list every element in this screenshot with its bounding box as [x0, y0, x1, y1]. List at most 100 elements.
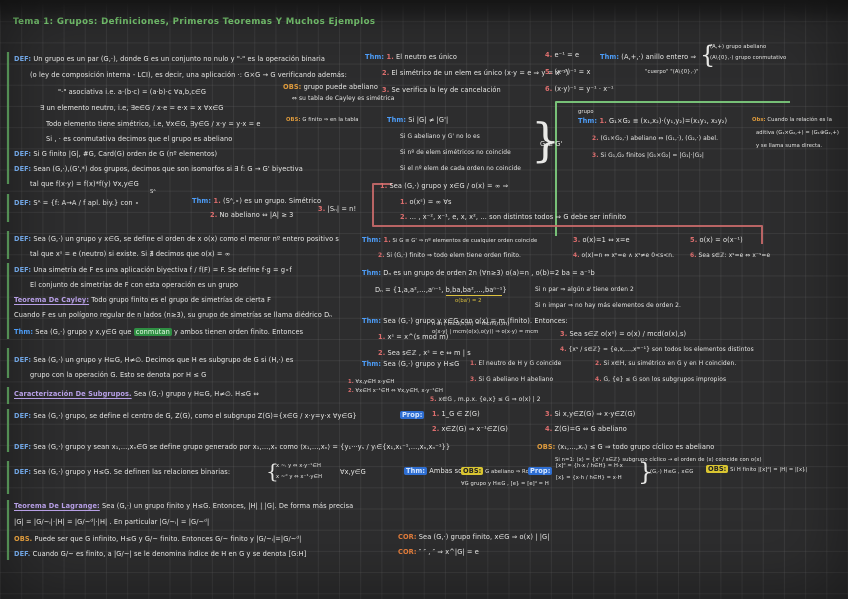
note-line: 2. (G₁×G₂,·) abeliano ⇔ (G₁,·), (G₂,·) a…: [592, 136, 718, 143]
note-line: "cuerpo" "(A\{0},·)": [645, 69, 699, 76]
note-line: y se llama suma directa.: [756, 143, 823, 150]
note-line: (A\{0},·) grupo conmutativo: [710, 55, 786, 62]
text-segment: Prop:: [528, 467, 553, 475]
text-segment: ″ ″ , ″ ⇒ x^|G| = e: [416, 548, 479, 556]
text-segment: Thm:: [14, 328, 34, 336]
text-segment: Si x,y∈Z(G) ⇒ x·y∈Z(G): [552, 410, 636, 418]
text-segment: Z(G)=G ⇔ G abeliano: [552, 425, 627, 433]
text-segment: Si G finito |G|, #G, Card(G) orden de G …: [31, 150, 218, 158]
text-segment: Si H finito |[x]ᵈ| = |H| = |[x]ᵢ|: [728, 467, 808, 473]
note-line: 2. … , x⁻², x⁻¹, e, x, x², … son distint…: [400, 213, 626, 222]
note-line: 1. o(xˢ) = ∞ ∀s: [400, 198, 452, 207]
text-segment: DEF:: [14, 412, 32, 420]
text-segment: Obs:: [752, 117, 766, 123]
note-line: Dₙ = {1,a,a²,…,aⁿ⁻¹, b,ba,ba²,…,baⁿ⁻¹}: [375, 286, 507, 296]
note-line: 4. Z(G)=G ⇔ G abeliano: [545, 425, 627, 434]
text-segment: OBS:: [537, 443, 556, 451]
text-segment: Si x∈H, su simétrico en G y en H coincid…: [601, 361, 737, 367]
text-segment: o(x)=n ⇔ xⁿ=e ∧ xˢ≠e 0<s<n.: [579, 253, 675, 259]
note-line: Si n par ⇒ algún aⁱ tiene orden 2: [535, 287, 634, 294]
note-line: 2. x∈Z(G) ⇒ x⁻¹∈Z(G): [432, 425, 508, 434]
text-segment: Thm:: [362, 269, 382, 277]
note-line: 2. Si (G,·) finito ⇒ todo elem tiene ord…: [378, 253, 521, 260]
note-line: 3. |Sₙ| = n!: [318, 205, 356, 214]
note-line: Prop:: [400, 411, 425, 420]
text-segment: conmutan: [133, 328, 172, 336]
note-line: Thm: Sea (G,·) grupo y H≤G: [362, 360, 459, 369]
text-segment: (x·y)⁻¹ = y⁻¹ · x⁻¹: [552, 85, 614, 93]
text-segment: "cuerpo" "(A\{0},·)": [645, 69, 699, 75]
text-segment: DEF:: [14, 266, 32, 274]
text-segment: 1.: [211, 197, 221, 205]
text-segment: Sea s∈ℤ , xˢ = e ⇔ m | s: [385, 349, 471, 357]
note-line: Teorema De Lagrange: Sea (G,·) un grupo …: [14, 502, 353, 511]
text-segment: x ~ᵢ y ⇔ x·y⁻¹∈H: [276, 463, 321, 469]
text-segment: y se llama suma directa.: [756, 143, 823, 149]
text-segment: b,ba,ba²,…,baⁿ⁻¹: [445, 286, 503, 296]
note-line: 1. 1_G ∈ Z(G): [432, 410, 480, 419]
note-line: 3. Si G₁,G₂ finitos |G₁×G₂| = |G₁|·|G₂|: [592, 153, 704, 160]
text-segment: Dₙ es un grupo de orden 2n (∀n≥3) o(a)=n…: [381, 269, 595, 277]
note-line: aditiva (G₁×G₂,+) = (G₁⊕G₂,+): [756, 130, 840, 137]
text-segment: Thm:: [192, 197, 212, 205]
text-segment: (A,+) grupo abeliano: [710, 44, 767, 50]
text-segment: tal que xˢ = e (neutro) si existe. Si ∄ …: [30, 250, 231, 258]
text-segment: Sea s∈ℤ: xˢ=e ⇔ x⁻ˢ=e: [696, 253, 771, 259]
text-segment: DEF:: [14, 443, 32, 451]
note-line: DEF: Sea (G,·) grupo y sean x₁,…,xₙ∈G se…: [14, 443, 450, 452]
text-segment: Sea (G,·) grupo, se define el centro de …: [31, 412, 357, 420]
note-line: Si n impar ⇒ no hay más elementos de ord…: [535, 303, 681, 310]
text-segment: No abeliano ⇔ |A| ≥ 3: [217, 211, 294, 219]
note-line: Obs: Cuando la relación es la: [752, 117, 832, 124]
note-line: x ~ᵈ y ⇔ x⁻¹·y∈H: [276, 474, 323, 481]
text-segment: Sea (G,·) grupo finito, x∈G ⇒ o(x) | |G|: [416, 533, 550, 541]
note-line: Cuando F es un polígono regular de n lad…: [14, 311, 332, 320]
note-line: Prop:: [528, 467, 553, 476]
text-segment: OBS:: [283, 83, 302, 91]
text-segment: 1_G ∈ Z(G): [439, 410, 480, 418]
text-segment: x∈Z(G) ⇒ x⁻¹∈Z(G): [439, 425, 508, 433]
text-segment: grupo puede abeliano: [301, 83, 378, 91]
text-segment: OBS.: [14, 535, 33, 543]
note-line: 4. G, {e} ≤ G son los subgrupos impropio…: [595, 377, 726, 384]
text-segment: (G,·) H≤G , x∈G: [650, 469, 694, 475]
text-segment: DEF:: [14, 165, 32, 173]
text-segment: }: [502, 286, 507, 294]
text-segment: x∈G , m.p.x. {e,x} ≤ G ⇒ o(x) | 2: [436, 397, 541, 403]
note-line: 6. Sea s∈ℤ: xˢ=e ⇔ x⁻ˢ=e: [690, 253, 770, 260]
note-line: OBS: Si H finito |[x]ᵈ| = |H| = |[x]ᵢ|: [706, 465, 808, 474]
text-segment: El conjunto de simetrías de F con esta o…: [30, 281, 239, 289]
text-segment: aditiva (G₁×G₂,+) = (G₁⊕G₂,+): [756, 130, 840, 136]
text-segment: (o ley de composición interna - LCI), es…: [30, 71, 347, 79]
note-line: DEF: Sea (G,·) un grupo y x∈G, se define…: [14, 235, 339, 244]
note-line: Si , · es conmutativa decimos que el gru…: [46, 135, 232, 144]
note-line: ⇔ su tabla de Cayley es simétrica: [292, 96, 394, 103]
note-line: DEF: Una simetría de F es una aplicación…: [14, 266, 292, 275]
text-segment: Sᴬ: [150, 189, 156, 195]
note-line: 3. o(x)=1 ⇔ x=e: [573, 236, 630, 245]
note-line: [x]ᵢ = {x·h / h∈H} = x·H: [556, 475, 622, 482]
note-line: 2. ∀x∈H x⁻¹∈H ⇔ ∀x,y∈H, x·y⁻¹∈H: [348, 388, 443, 395]
text-segment: Sean (G,·),(G',*) dos grupos, decimos qu…: [31, 165, 303, 173]
text-segment: Sea (G,·) grupo y x∈G con o(x) = m (fini…: [381, 317, 568, 325]
note-line: Thm: Si |G| ≠ |G'|: [387, 116, 448, 125]
note-line: DEF: Sea (G,·) un grupo y H⊆G, H≠∅. Deci…: [14, 356, 293, 365]
text-segment: DEF:: [14, 468, 32, 476]
text-segment: Thm:: [387, 116, 407, 124]
text-segment: OBS:: [461, 467, 484, 475]
text-segment: xˢ = x^(s mod m): [385, 333, 449, 341]
note-line: Sᴬ: [150, 189, 156, 196]
text-segment: x ~ᵈ y ⇔ x⁻¹·y∈H: [276, 474, 323, 480]
note-line: Thm: 1. Si G ≅ G' ⇒ nº elementos de cual…: [362, 236, 537, 245]
note-line: DEF: Sea (G,·) grupo, se define el centr…: [14, 412, 357, 421]
text-segment: DEF:: [14, 55, 32, 63]
note-line: DEF: Un grupo es un par (G,·), donde G e…: [14, 55, 325, 64]
notes-canvas: Tema 1: Grupos: Definiciones, Primeros T…: [0, 0, 848, 599]
text-segment: "·" asociativa i.e. a·(b·c) = (a·b)·c ∀a…: [58, 88, 207, 96]
note-line: Si G abeliano y G' no lo es: [400, 134, 480, 141]
text-segment: ∀G grupo y H≤G , [e]ᵢ = [e]ᵈ = H: [461, 481, 549, 487]
text-segment: Sea (G,·) grupo y H⊆G, H≠∅. H≤G ⇔: [131, 390, 259, 398]
text-segment: DEF.: [14, 550, 31, 558]
text-segment: Cuando la relación es la: [765, 117, 832, 123]
note-line: Thm: Dₙ es un grupo de orden 2n (∀n≥3) o…: [362, 269, 595, 278]
